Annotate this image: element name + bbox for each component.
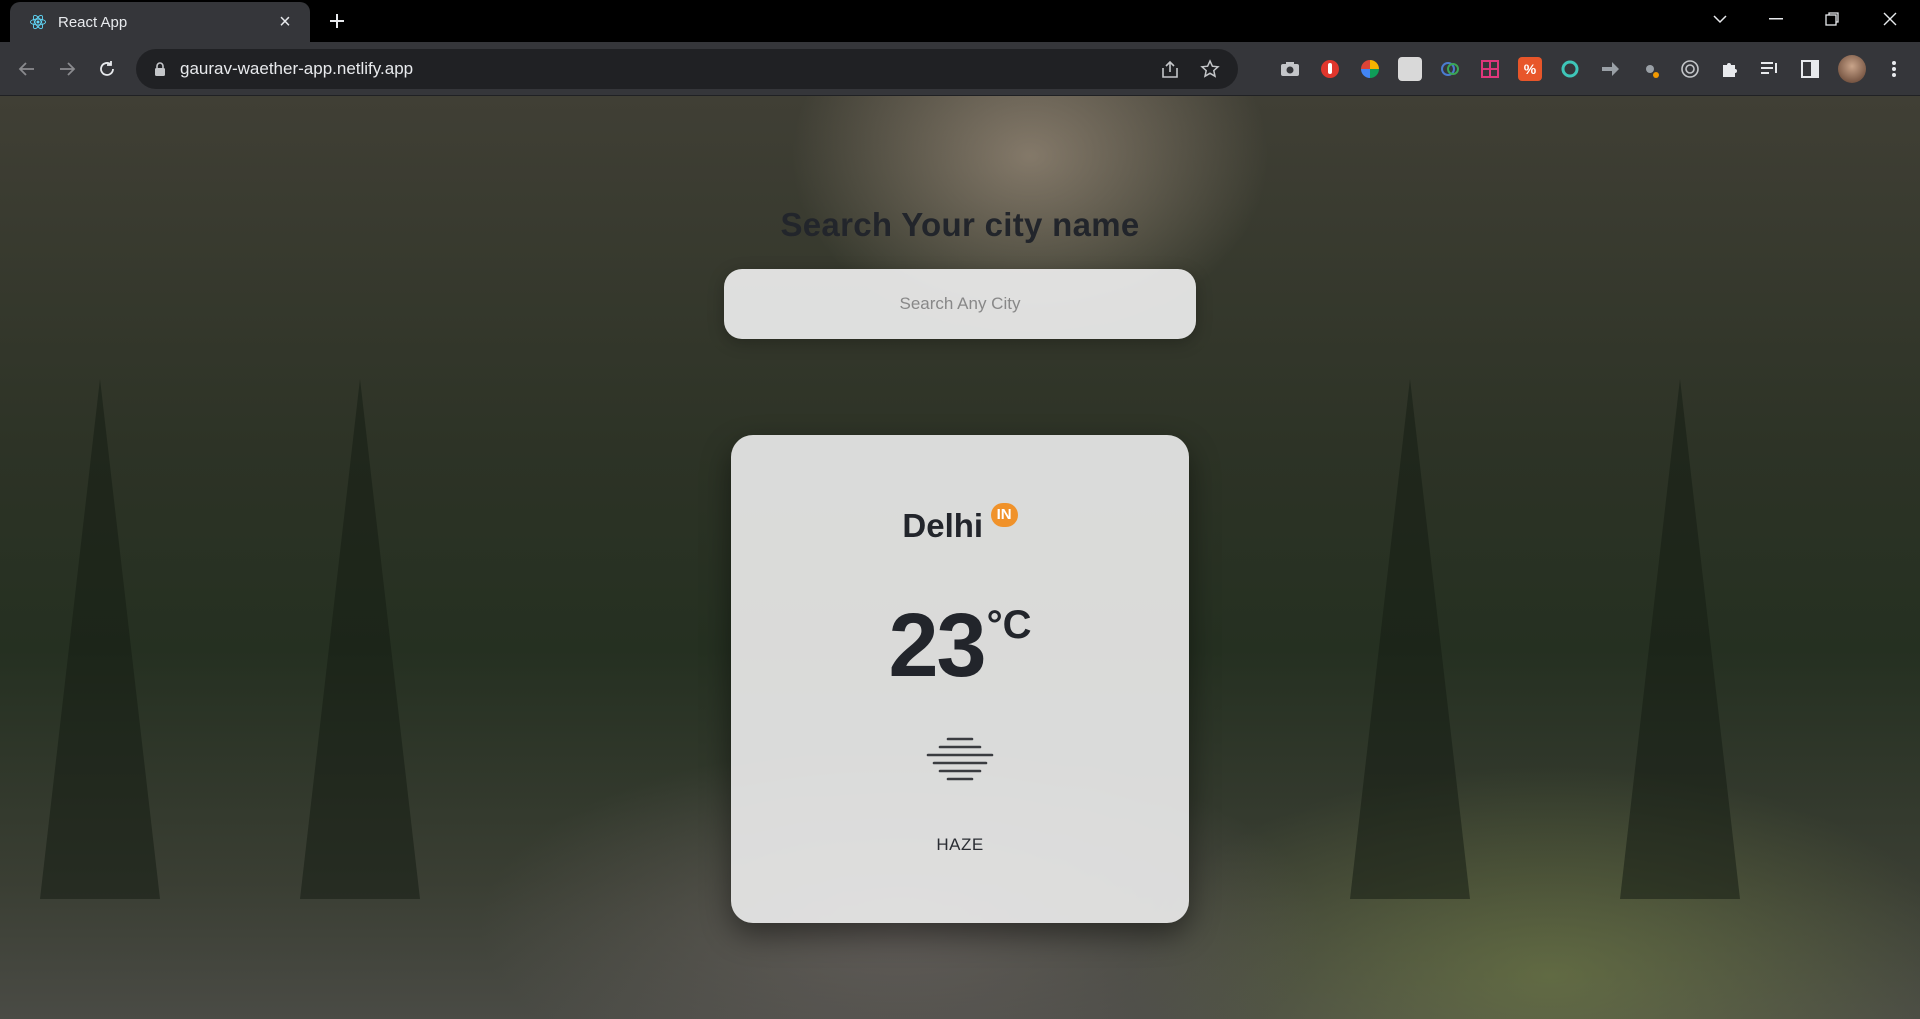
back-button[interactable] [12, 54, 42, 84]
search-input[interactable] [724, 269, 1196, 339]
tab-search-icon[interactable] [1694, 0, 1746, 38]
address-bar[interactable]: gaurav-waether-app.netlify.app [136, 49, 1238, 89]
browser-toolbar: gaurav-waether-app.netlify.app % [0, 42, 1920, 96]
avatar-icon[interactable] [1838, 55, 1866, 83]
colorwheel-icon[interactable] [1358, 57, 1382, 81]
forward-button[interactable] [52, 54, 82, 84]
puzzle-icon[interactable] [1718, 57, 1742, 81]
close-window-icon[interactable] [1864, 0, 1916, 38]
url-text: gaurav-waether-app.netlify.app [180, 59, 414, 78]
circle-icon[interactable] [1558, 57, 1582, 81]
temperature-row: 23°C [731, 595, 1189, 698]
weather-card: Delhi IN 23°C HAZE [731, 435, 1189, 923]
page-title: Search Your city name [780, 206, 1140, 243]
percent-icon[interactable]: % [1518, 57, 1542, 81]
browser-tab[interactable]: React App × [10, 2, 310, 42]
country-badge: IN [990, 503, 1018, 527]
menu-icon[interactable] [1882, 57, 1906, 81]
tab-title: React App [58, 13, 128, 31]
target-icon[interactable] [1678, 57, 1702, 81]
location-row: Delhi IN [731, 503, 1189, 545]
sidepanel-icon[interactable] [1798, 57, 1822, 81]
reload-button[interactable] [92, 54, 122, 84]
grid-icon[interactable] [1478, 57, 1502, 81]
puzzle-book-icon[interactable] [1398, 57, 1422, 81]
restore-icon[interactable] [1806, 0, 1858, 38]
react-icon [28, 12, 48, 32]
temperature-unit: °C [986, 603, 1032, 647]
tab-bar: React App × [0, 0, 1920, 42]
minimize-icon[interactable] [1750, 0, 1802, 38]
background-tree [40, 379, 160, 899]
new-tab-button[interactable] [322, 6, 352, 36]
haze-icon [926, 737, 994, 781]
close-tab-icon[interactable]: × [274, 12, 296, 32]
arrow-icon[interactable] [1598, 57, 1622, 81]
clover-icon[interactable] [1638, 57, 1662, 81]
reading-list-icon[interactable] [1758, 57, 1782, 81]
city-name: Delhi [902, 507, 984, 544]
weather-condition: HAZE [936, 835, 984, 854]
share-icon[interactable] [1158, 57, 1182, 81]
chart-icon[interactable] [1438, 57, 1462, 81]
background-tree [300, 379, 420, 899]
extensions-bar: % [1278, 54, 1920, 84]
weather-page: Search Your city name Delhi IN 23°C HAZE [0, 96, 1920, 1019]
shield-icon[interactable] [1318, 57, 1342, 81]
lock-icon[interactable] [152, 61, 168, 77]
camera-icon[interactable] [1278, 57, 1302, 81]
bookmark-star-icon[interactable] [1198, 57, 1222, 81]
background-tree [1620, 379, 1740, 899]
background-tree [1350, 379, 1470, 899]
temperature-value: 23 [888, 596, 987, 696]
